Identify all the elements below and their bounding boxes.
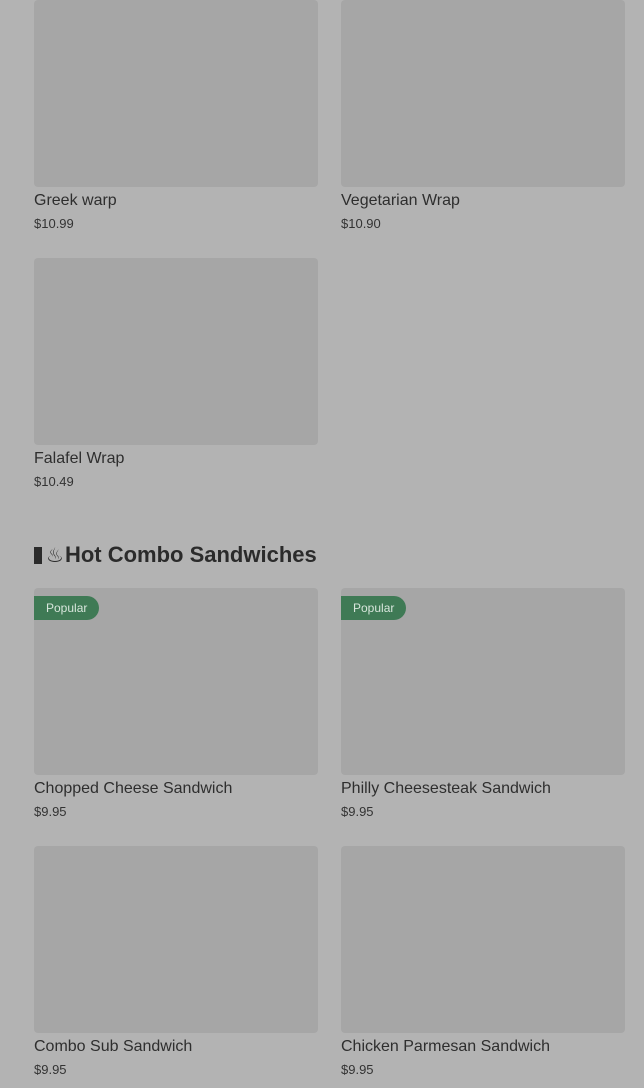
- menu-item-price: $10.99: [34, 216, 74, 231]
- menu-item-image[interactable]: [34, 846, 318, 1033]
- menu-item-price: $9.95: [341, 804, 374, 819]
- menu-item-card[interactable]: Combo Sub Sandwich $9.95: [34, 846, 318, 1077]
- menu-item-price: $9.95: [34, 1062, 67, 1077]
- menu-item-name: Philly Cheesesteak Sandwich: [341, 780, 551, 797]
- menu-item-card[interactable]: Chicken Parmesan Sandwich $9.95: [341, 846, 625, 1077]
- menu-item-price: $9.95: [34, 804, 67, 819]
- bar-icon: [34, 546, 42, 564]
- menu-item-card[interactable]: Vegetarian Wrap $10.90: [341, 0, 625, 231]
- menu-item-card[interactable]: Popular Philly Cheesesteak Sandwich $9.9…: [341, 588, 625, 819]
- menu-item-image[interactable]: [341, 846, 625, 1033]
- menu-item-card[interactable]: Falafel Wrap $10.49: [34, 258, 318, 489]
- menu-item-name: Chopped Cheese Sandwich: [34, 780, 233, 797]
- menu-page: Greek warp $10.99 Vegetarian Wrap $10.90…: [0, 0, 644, 1088]
- menu-item-image[interactable]: Popular: [34, 588, 318, 775]
- menu-item-name: Falafel Wrap: [34, 450, 125, 467]
- menu-item-image[interactable]: Popular: [341, 588, 625, 775]
- menu-item-name: Vegetarian Wrap: [341, 192, 460, 209]
- menu-item-image[interactable]: [34, 0, 318, 187]
- steam-icon: ♨: [46, 544, 64, 567]
- section-heading: ♨ Hot Combo Sandwiches: [34, 540, 317, 570]
- popular-badge: Popular: [34, 596, 100, 620]
- menu-item-price: $9.95: [341, 1062, 374, 1077]
- menu-item-image[interactable]: [34, 258, 318, 445]
- section-heading-text: Hot Combo Sandwiches: [64, 542, 317, 567]
- popular-badge: Popular: [341, 596, 407, 620]
- menu-item-image[interactable]: [341, 0, 625, 187]
- menu-item-name: Chicken Parmesan Sandwich: [341, 1038, 550, 1055]
- menu-item-card[interactable]: Greek warp $10.99: [34, 0, 318, 231]
- menu-item-name: Greek warp: [34, 192, 117, 209]
- menu-item-card[interactable]: Popular Chopped Cheese Sandwich $9.95: [34, 588, 318, 819]
- menu-item-price: $10.49: [34, 474, 74, 489]
- menu-item-name: Combo Sub Sandwich: [34, 1038, 193, 1055]
- menu-item-price: $10.90: [341, 216, 381, 231]
